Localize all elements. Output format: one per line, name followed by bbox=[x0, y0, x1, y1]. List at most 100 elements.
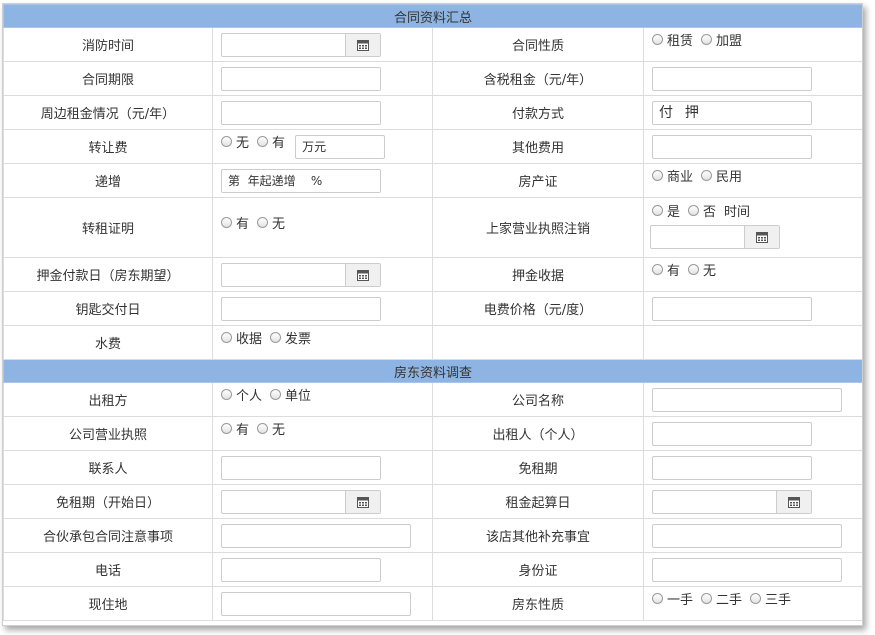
field-label: 含税租金（元/年） bbox=[432, 61, 644, 96]
lessor-type-radio-group: 个人 单位 bbox=[221, 385, 315, 404]
field-label: 押金收据 bbox=[432, 257, 644, 292]
contact-input[interactable] bbox=[221, 455, 381, 480]
radio-lease[interactable] bbox=[652, 34, 663, 45]
other-fees-input[interactable] bbox=[652, 134, 812, 159]
rent-free-start-date-input[interactable] bbox=[221, 489, 381, 514]
form-row: 免租期（开始日） 租金起算日 bbox=[3, 484, 862, 519]
form-row: 转让费 无 有 万元 其他费用 bbox=[3, 129, 862, 164]
form-row: 押金付款日（房东期望） 押金收据 有 无 bbox=[3, 257, 862, 292]
field-label: 押金付款日（房东期望） bbox=[3, 257, 213, 292]
radio-company[interactable] bbox=[270, 389, 282, 400]
radio-individual[interactable] bbox=[221, 389, 232, 400]
radio-no[interactable] bbox=[257, 423, 269, 434]
rent-tax-input[interactable] bbox=[652, 66, 812, 91]
id-card-input[interactable] bbox=[652, 557, 842, 582]
field-label: 电费价格（元/度） bbox=[432, 291, 644, 326]
form-row: 合伙承包合同注意事项 该店其他补充事宜 bbox=[3, 518, 862, 553]
field-label: 该店其他补充事宜 bbox=[432, 518, 644, 553]
field-label: 付款方式 bbox=[432, 95, 644, 130]
rent-free-period-input[interactable] bbox=[652, 455, 812, 480]
nearby-rent-input[interactable] bbox=[221, 100, 381, 125]
field-label: 周边租金情况（元/年） bbox=[3, 95, 213, 130]
field-label: 出租人（个人） bbox=[432, 416, 644, 451]
radio-first-hand[interactable] bbox=[652, 593, 663, 604]
field-label: 房东性质 bbox=[432, 586, 644, 621]
field-label: 出租方 bbox=[3, 382, 213, 417]
increment-input[interactable]: 第 年起递增 % bbox=[221, 168, 381, 193]
field-label: 递增 bbox=[3, 163, 213, 198]
radio-no[interactable] bbox=[688, 205, 700, 216]
transfer-fee-input[interactable]: 万元 bbox=[295, 134, 386, 159]
form-row: 钥匙交付日 电费价格（元/度） bbox=[3, 291, 862, 326]
field-label: 房产证 bbox=[432, 163, 644, 198]
form-row: 联系人 免租期 bbox=[3, 450, 862, 485]
field-label: 免租期 bbox=[432, 450, 644, 485]
radio-yes[interactable] bbox=[652, 205, 663, 216]
radio-invoice[interactable] bbox=[270, 332, 282, 343]
calendar-icon[interactable] bbox=[776, 490, 811, 513]
lessor-person-input[interactable] bbox=[652, 421, 812, 446]
phone-input[interactable] bbox=[221, 557, 381, 582]
current-address-input[interactable] bbox=[221, 591, 411, 616]
contract-type-radio-group: 租赁 加盟 bbox=[652, 30, 746, 49]
radio-second-hand[interactable] bbox=[701, 593, 713, 604]
field-label: 联系人 bbox=[3, 450, 213, 485]
radio-third-hand[interactable] bbox=[750, 593, 762, 604]
field-label: 电话 bbox=[3, 552, 213, 587]
field-label: 转让费 bbox=[3, 129, 213, 164]
form-row: 消防时间 合同性质 租赁 加盟 bbox=[3, 27, 862, 62]
radio-yes[interactable] bbox=[257, 136, 269, 147]
form-row: 转租证明 有 无 上家营业执照注销 是 否 时间 bbox=[3, 197, 862, 258]
field-label: 转租证明 bbox=[3, 197, 213, 258]
deposit-receipt-radio-group: 有 无 bbox=[652, 260, 720, 279]
fire-inspection-date-input[interactable] bbox=[221, 32, 381, 57]
field-label: 其他费用 bbox=[432, 129, 644, 164]
radio-franchise[interactable] bbox=[701, 34, 713, 45]
partnership-notes-input[interactable] bbox=[221, 523, 411, 548]
radio-yes[interactable] bbox=[221, 423, 232, 434]
contract-term-input[interactable] bbox=[221, 66, 381, 91]
field-label: 免租期（开始日） bbox=[3, 484, 213, 519]
rent-start-date-input[interactable] bbox=[652, 489, 812, 514]
radio-no[interactable] bbox=[221, 136, 232, 147]
supplementary-notes-input[interactable] bbox=[652, 523, 842, 548]
landlord-type-radio-group: 一手 二手 三手 bbox=[652, 589, 795, 608]
electricity-price-input[interactable] bbox=[652, 296, 812, 321]
radio-no[interactable] bbox=[257, 217, 269, 228]
time-label: 时间 bbox=[724, 205, 751, 220]
sublease-cert-radio-group: 有 无 bbox=[221, 213, 289, 232]
field-label: 水费 bbox=[3, 325, 213, 360]
form-row: 递增 第 年起递增 % 房产证 商业 民用 bbox=[3, 163, 862, 198]
field-label: 现住地 bbox=[3, 586, 213, 621]
radio-commercial[interactable] bbox=[652, 170, 663, 181]
field-label: 身份证 bbox=[432, 552, 644, 587]
calendar-icon[interactable] bbox=[345, 490, 380, 513]
form-row: 现住地 房东性质 一手 二手 三手 bbox=[3, 586, 862, 621]
field-label: 合同性质 bbox=[432, 27, 644, 62]
section-header-contract: 合同资料汇总 bbox=[3, 4, 862, 28]
field-label: 公司名称 bbox=[432, 382, 644, 417]
form-row: 周边租金情况（元/年） 付款方式 付 押 bbox=[3, 95, 862, 130]
key-delivery-input[interactable] bbox=[221, 296, 381, 321]
field-label: 合同期限 bbox=[3, 61, 213, 96]
radio-yes[interactable] bbox=[652, 264, 663, 275]
radio-civil[interactable] bbox=[701, 170, 713, 181]
field-label: 合伙承包合同注意事项 bbox=[3, 518, 213, 553]
business-license-radio-group: 有 无 bbox=[221, 419, 289, 438]
field-label: 钥匙交付日 bbox=[3, 291, 213, 326]
license-cancel-date-input[interactable] bbox=[650, 225, 780, 249]
company-name-input[interactable] bbox=[652, 387, 842, 412]
calendar-icon[interactable] bbox=[345, 33, 380, 56]
payment-method-input[interactable]: 付 押 bbox=[652, 100, 812, 125]
radio-yes[interactable] bbox=[221, 217, 232, 228]
section-title: 房东资料调查 bbox=[3, 359, 862, 383]
radio-no[interactable] bbox=[688, 264, 700, 275]
field-label: 上家营业执照注销 bbox=[432, 197, 644, 258]
calendar-icon[interactable] bbox=[744, 226, 779, 248]
form-row: 合同期限 含税租金（元/年） bbox=[3, 61, 862, 96]
deposit-date-input[interactable] bbox=[221, 262, 381, 287]
calendar-icon[interactable] bbox=[345, 263, 380, 286]
form-row: 电话 身份证 bbox=[3, 552, 862, 587]
radio-receipt[interactable] bbox=[221, 332, 232, 343]
section-title: 合同资料汇总 bbox=[3, 4, 862, 28]
